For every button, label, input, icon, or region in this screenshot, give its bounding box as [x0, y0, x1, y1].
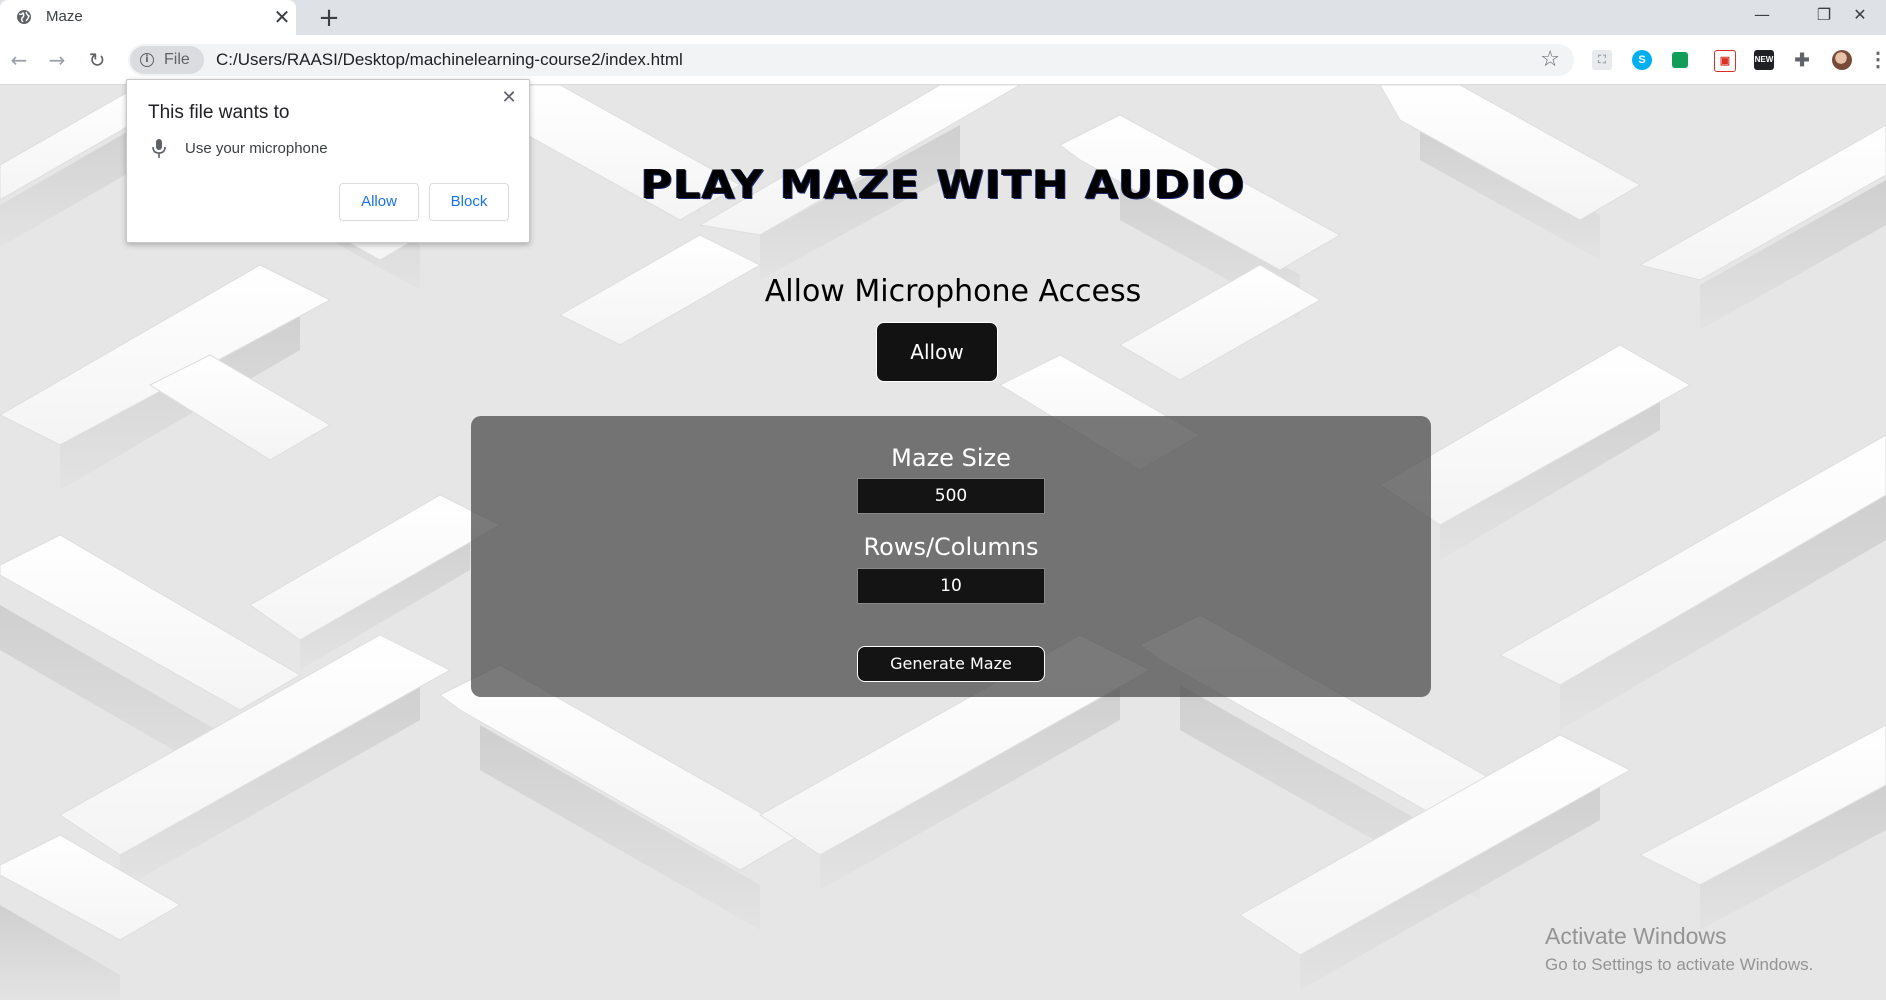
- forward-icon[interactable]: →: [42, 45, 72, 75]
- site-info-chip[interactable]: i File: [130, 46, 204, 74]
- tab-strip: Maze ✕ + — ❐ ✕: [0, 0, 1886, 35]
- permission-close-icon[interactable]: ✕: [497, 86, 521, 110]
- tab-title: Maze: [46, 8, 83, 25]
- puzzle-extension-icon[interactable]: ✚: [1792, 50, 1812, 70]
- browser-toolbar: ← → ↻ i File C:/Users/RAASI/Desktop/mach…: [0, 35, 1886, 85]
- window-close-icon[interactable]: ✕: [1834, 0, 1886, 32]
- tab-close-icon[interactable]: ✕: [270, 5, 294, 29]
- skype-extension-icon[interactable]: S: [1632, 50, 1652, 70]
- activate-windows-subtitle: Go to Settings to activate Windows.: [1545, 955, 1814, 974]
- rows-columns-input[interactable]: 10: [857, 568, 1045, 604]
- maze-size-input[interactable]: 500: [857, 478, 1045, 514]
- clipboard-extension-icon[interactable]: ▣: [1714, 50, 1736, 72]
- maze-size-label: Maze Size: [891, 444, 1011, 472]
- permission-block-button[interactable]: Block: [429, 183, 509, 221]
- star-icon[interactable]: ☆: [1540, 47, 1560, 72]
- permission-title: This file wants to: [148, 102, 290, 123]
- sheets-extension-icon[interactable]: [1672, 52, 1688, 68]
- generate-maze-button[interactable]: Generate Maze: [857, 646, 1045, 682]
- profile-avatar[interactable]: [1832, 50, 1852, 70]
- minimize-icon[interactable]: —: [1736, 0, 1788, 32]
- allow-mic-button[interactable]: Allow: [876, 322, 998, 382]
- back-icon[interactable]: ←: [4, 45, 34, 75]
- activate-windows-title: Activate Windows: [1545, 923, 1727, 949]
- new-tab-button[interactable]: +: [314, 3, 344, 33]
- address-bar[interactable]: i File C:/Users/RAASI/Desktop/machinelea…: [128, 44, 1574, 76]
- menu-icon[interactable]: ⋮: [1868, 50, 1886, 70]
- reload-icon[interactable]: ↻: [82, 45, 112, 75]
- mic-access-heading: Allow Microphone Access: [764, 274, 1142, 309]
- pdf-extension-icon[interactable]: ⛶: [1592, 50, 1612, 70]
- globe-icon: [17, 10, 31, 24]
- permission-item-microphone: Use your microphone: [185, 140, 328, 157]
- microphone-icon: [152, 139, 166, 158]
- rows-columns-label: Rows/Columns: [863, 533, 1039, 561]
- permission-allow-button[interactable]: Allow: [339, 183, 419, 221]
- tab-maze[interactable]: Maze ✕: [0, 0, 296, 35]
- site-info-label: File: [164, 51, 190, 68]
- maze-settings-panel: Maze Size 500 Rows/Columns 10 Generate M…: [471, 416, 1431, 697]
- mic-permission-popup: This file wants to ✕ Use your microphone…: [126, 79, 530, 243]
- info-icon: i: [140, 53, 154, 67]
- url-text[interactable]: C:/Users/RAASI/Desktop/machinelearning-c…: [216, 50, 683, 70]
- new-extension-icon[interactable]: NEW: [1754, 50, 1774, 70]
